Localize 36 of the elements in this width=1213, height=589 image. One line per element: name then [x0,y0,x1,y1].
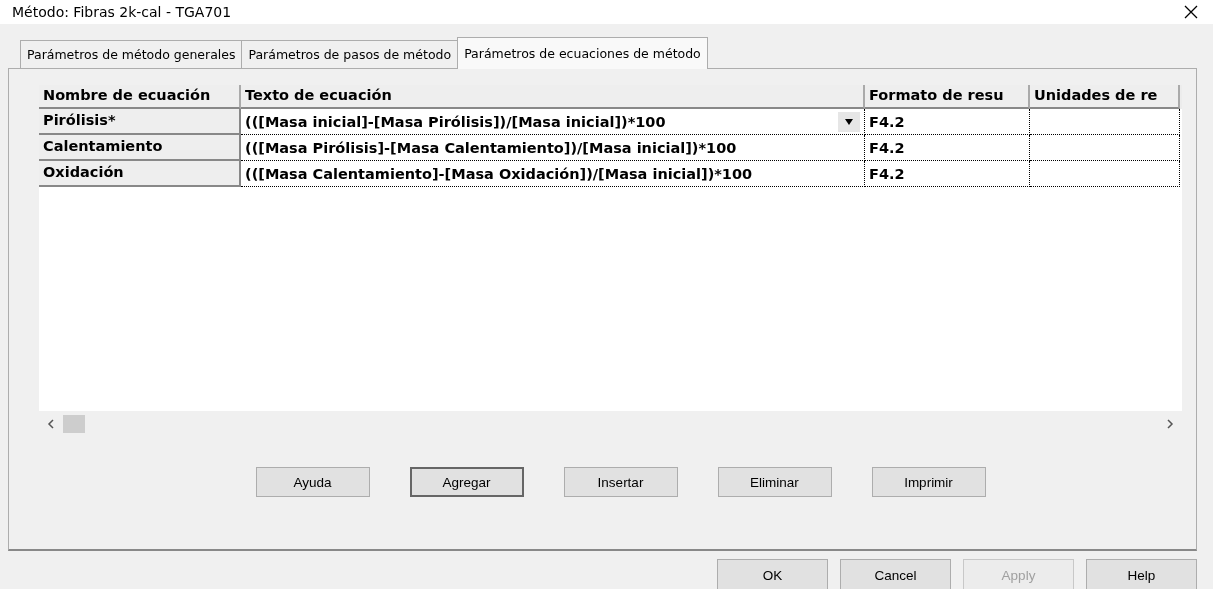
caret-icon [845,118,853,125]
table-cell[interactable] [1030,135,1180,161]
tab[interactable]: Parámetros de método generales [20,40,243,68]
column-header[interactable]: Nombre de ecuación [39,85,241,109]
column-header[interactable]: Formato de resu [865,85,1030,109]
table-cell[interactable]: F4.2 [865,109,1030,135]
row-header[interactable]: Oxidación [39,161,241,187]
scrollbar-thumb[interactable] [63,415,85,433]
column-header[interactable]: Unidades de re [1030,85,1180,109]
close-icon [1183,4,1199,20]
table-cell[interactable]: (([Masa inicial]-[Masa Pirólisis])/[Masa inicial])*100 [241,109,865,135]
dialog-button[interactable]: OK [717,559,828,589]
table-cell[interactable]: (([Masa Calentamiento]-[Masa Oxidación])/[Masa inicial])*100 [241,161,865,187]
window-title: Método: Fibras 2k-cal - TGA701 [12,4,232,20]
panel-button[interactable]: Eliminar [717,467,832,497]
row-header[interactable]: Calentamiento [39,135,241,161]
table-cell[interactable]: (([Masa Pirólisis]-[Masa Calentamiento])/[Masa inicial])*100 [241,135,865,161]
dropdown-button[interactable] [838,111,860,132]
row-header[interactable]: Pirólisis* [39,109,241,135]
scroll-left-icon[interactable] [47,419,55,429]
table-cell[interactable] [1030,109,1180,135]
dialog-button[interactable]: Help [1086,559,1197,589]
scroll-right-icon[interactable] [1166,419,1174,429]
tab[interactable]: Parámetros de ecuaciones de método [457,37,708,69]
table-cell[interactable] [1030,161,1180,187]
column-header[interactable]: Texto de ecuación [241,85,865,109]
panel-button[interactable]: Imprimir [871,467,986,497]
equation-text: (([Masa Calentamiento]-[Masa Oxidación])/[Masa inicial])*100 [245,165,753,182]
equation-text: (([Masa Pirólisis]-[Masa Calentamiento])/[Masa inicial])*100 [245,139,737,156]
table-cell[interactable]: F4.2 [865,161,1030,187]
equation-text: (([Masa inicial]-[Masa Pirólisis])/[Masa inicial])*100 [245,113,666,130]
table-cell[interactable]: F4.2 [865,135,1030,161]
panel-button[interactable]: Agregar [409,467,524,497]
dialog-button[interactable]: Cancel [840,559,951,589]
panel-button[interactable]: Ayuda [255,467,370,497]
panel-button[interactable]: Insertar [563,467,678,497]
